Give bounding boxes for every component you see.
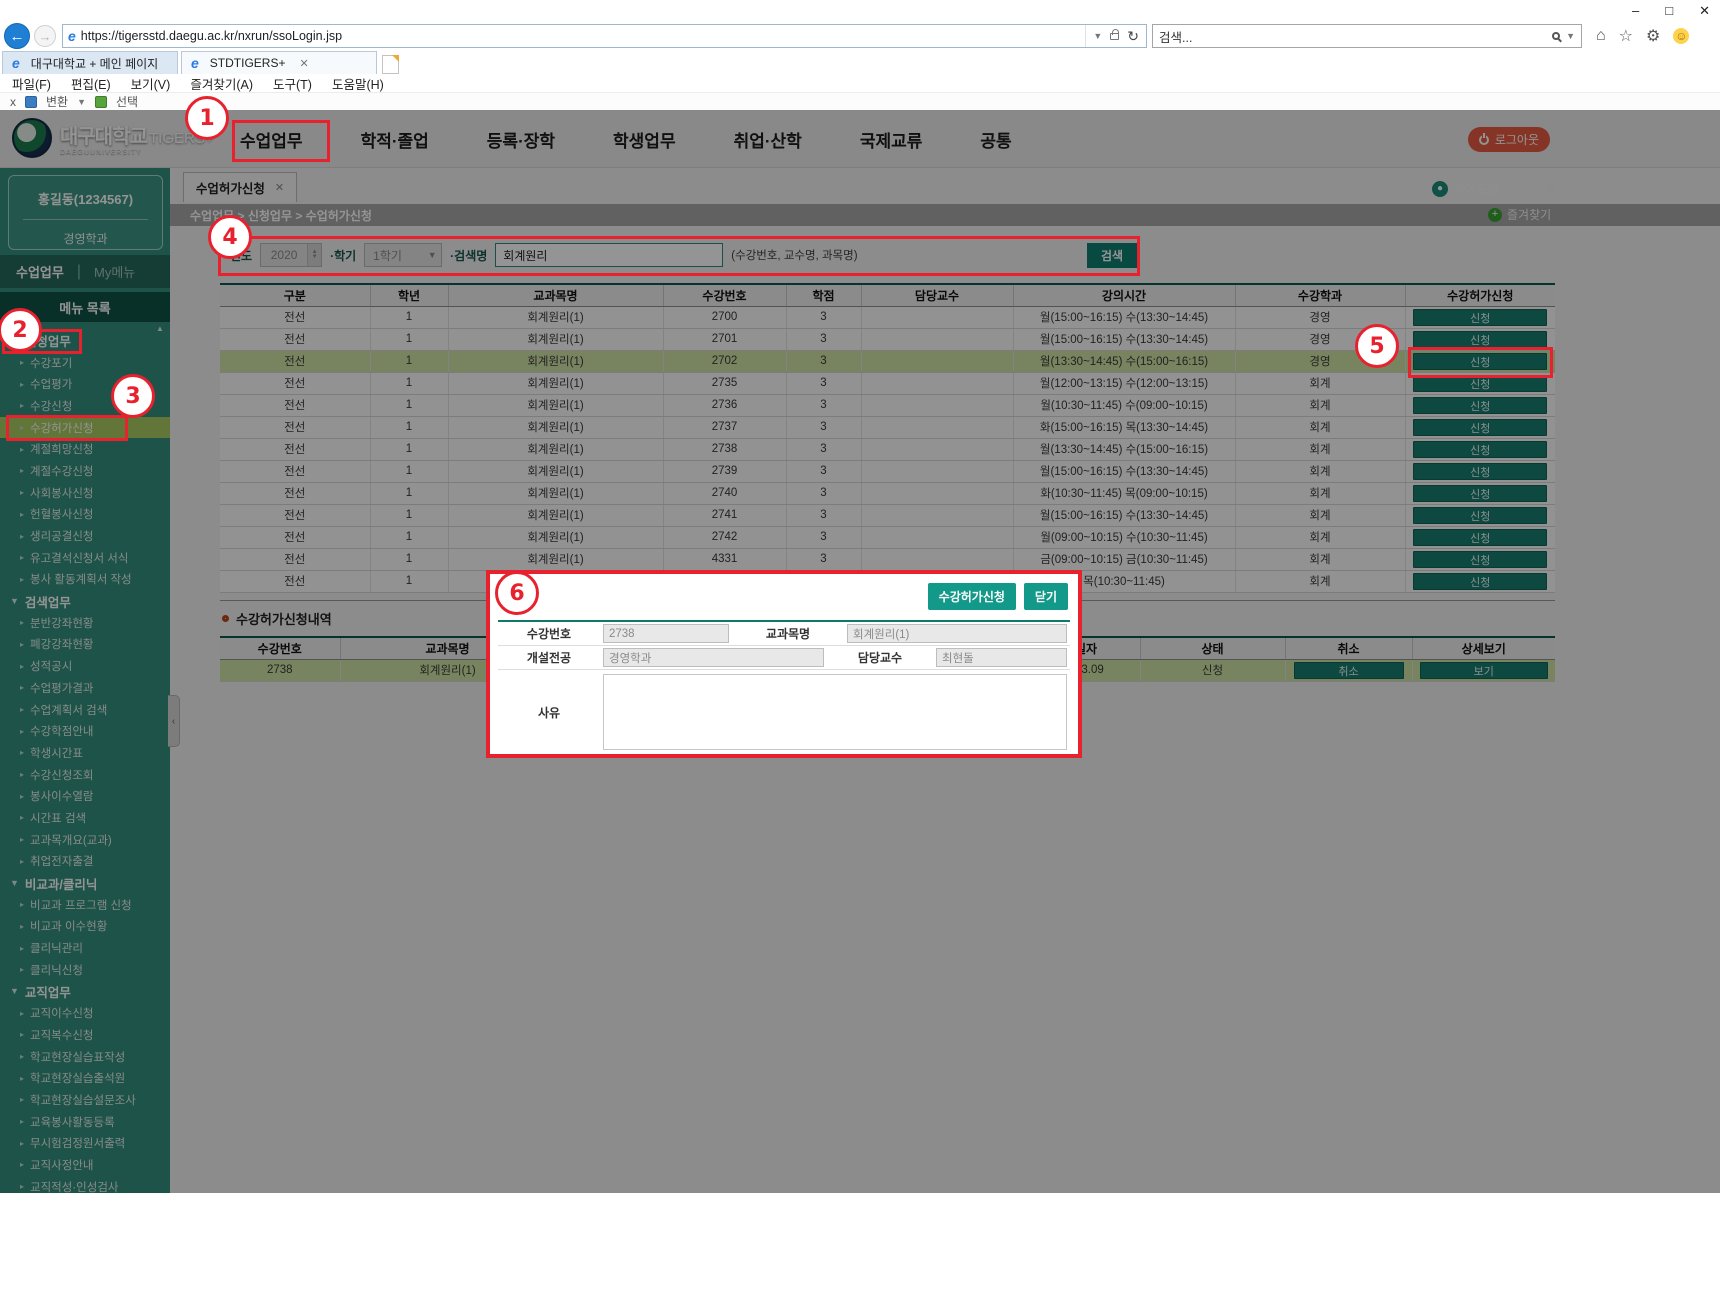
menu-help[interactable]: 도움말(H): [332, 74, 384, 93]
search-placeholder: 검색...: [1159, 27, 1552, 46]
step-circle-5: 5: [1355, 324, 1399, 368]
search-dropdown-icon[interactable]: ▼: [1566, 31, 1575, 41]
settings-gear-icon[interactable]: ⚙: [1646, 26, 1660, 46]
reason-label: 사유: [498, 704, 600, 721]
toolbar-close-icon[interactable]: x: [10, 95, 16, 109]
browser-tab-main[interactable]: e 대구대학교 + 메인 페이지: [2, 51, 178, 74]
browser-menu-bar: 파일(F) 편집(E) 보기(V) 즐겨찾기(A) 도구(T) 도움말(H): [12, 74, 384, 92]
browser-back-button[interactable]: ←: [4, 23, 30, 49]
browser-tabs: e 대구대학교 + 메인 페이지 e STDTIGERS+ ✕: [2, 50, 399, 74]
browser-tab-stdtigers[interactable]: e STDTIGERS+ ✕: [181, 51, 377, 74]
browser-search-input[interactable]: 검색... ▼: [1152, 24, 1582, 48]
select-icon: [95, 96, 107, 108]
step-circle-4: 4: [208, 215, 252, 259]
convert-button[interactable]: 변환: [46, 93, 68, 110]
professor-field: 최현돌: [936, 648, 1067, 667]
menu-favorites[interactable]: 즐겨찾기(A): [190, 74, 253, 93]
new-tab-button[interactable]: [382, 55, 399, 74]
annotation-box-menu-item: [6, 415, 128, 441]
step-circle-6: 6: [495, 571, 539, 615]
annotation-box-apply: [1408, 347, 1553, 378]
course-name-field: 회계원리(1): [847, 624, 1067, 643]
ie-icon: e: [12, 55, 20, 71]
url-dropdown-icon[interactable]: ▼: [1093, 31, 1102, 41]
menu-edit[interactable]: 편집(E): [71, 74, 111, 93]
search-icon[interactable]: [1552, 32, 1560, 40]
annotation-box-nav: [232, 120, 330, 162]
select-button[interactable]: 선택: [116, 93, 138, 110]
ie-icon: e: [191, 55, 199, 71]
major-field: 경영학과: [603, 648, 824, 667]
window-titlebar: – □ ✕: [0, 0, 1720, 22]
url-bar[interactable]: e https://tigersstd.daegu.ac.kr/nxrun/ss…: [62, 24, 1147, 48]
tigers-page: 대구대학교 TIGERS+ DAEGUUNIVERSITY 수업업무 학적·졸업…: [0, 110, 1720, 1193]
convert-icon: [25, 96, 37, 108]
modal-apply-button[interactable]: 수강허가신청: [928, 583, 1016, 610]
refresh-icon[interactable]: ↻: [1127, 28, 1139, 45]
lock-icon: [1110, 33, 1119, 40]
permission-request-modal: 수강허가신청 닫기 수강번호 2738 교과목명 회계원리(1) 개설전공 경영…: [486, 570, 1082, 758]
url-text: https://tigersstd.daegu.ac.kr/nxrun/ssoL…: [81, 29, 1086, 43]
tab-close-icon[interactable]: ✕: [299, 57, 308, 70]
browser-chrome: – □ ✕ ← → e https://tigersstd.daegu.ac.k…: [0, 0, 1720, 110]
window-maximize-button[interactable]: □: [1665, 3, 1673, 19]
course-name-label: 교과목명: [732, 625, 844, 642]
modal-form: 수강번호 2738 교과목명 회계원리(1) 개설전공 경영학과 담당교수 최현…: [498, 620, 1070, 754]
reason-textarea[interactable]: [603, 674, 1067, 750]
professor-label: 담당교수: [827, 649, 933, 666]
convert-dropdown-icon[interactable]: ▼: [77, 97, 86, 107]
menu-file[interactable]: 파일(F): [12, 74, 51, 93]
step-circle-1: 1: [185, 96, 229, 140]
menu-view[interactable]: 보기(V): [131, 74, 171, 93]
browser-forward-button[interactable]: →: [34, 25, 56, 47]
favorites-star-icon[interactable]: ☆: [1619, 26, 1633, 46]
annotation-box-search: [218, 236, 1140, 276]
home-icon[interactable]: ⌂: [1596, 27, 1606, 45]
menu-tools[interactable]: 도구(T): [273, 74, 312, 93]
ie-icon: e: [68, 28, 76, 44]
step-circle-3: 3: [111, 374, 155, 418]
smiley-icon[interactable]: ☺: [1673, 28, 1689, 44]
step-circle-2: 2: [0, 308, 42, 352]
modal-close-button[interactable]: 닫기: [1024, 583, 1068, 610]
course-no-label: 수강번호: [498, 625, 600, 642]
command-bar: x 변환 ▼ 선택: [0, 92, 1720, 110]
window-close-button[interactable]: ✕: [1699, 3, 1710, 19]
window-minimize-button[interactable]: –: [1632, 3, 1639, 19]
course-no-field: 2738: [603, 624, 729, 643]
address-bar-row: ← → e https://tigersstd.daegu.ac.kr/nxru…: [0, 22, 1720, 50]
major-label: 개설전공: [498, 649, 600, 666]
